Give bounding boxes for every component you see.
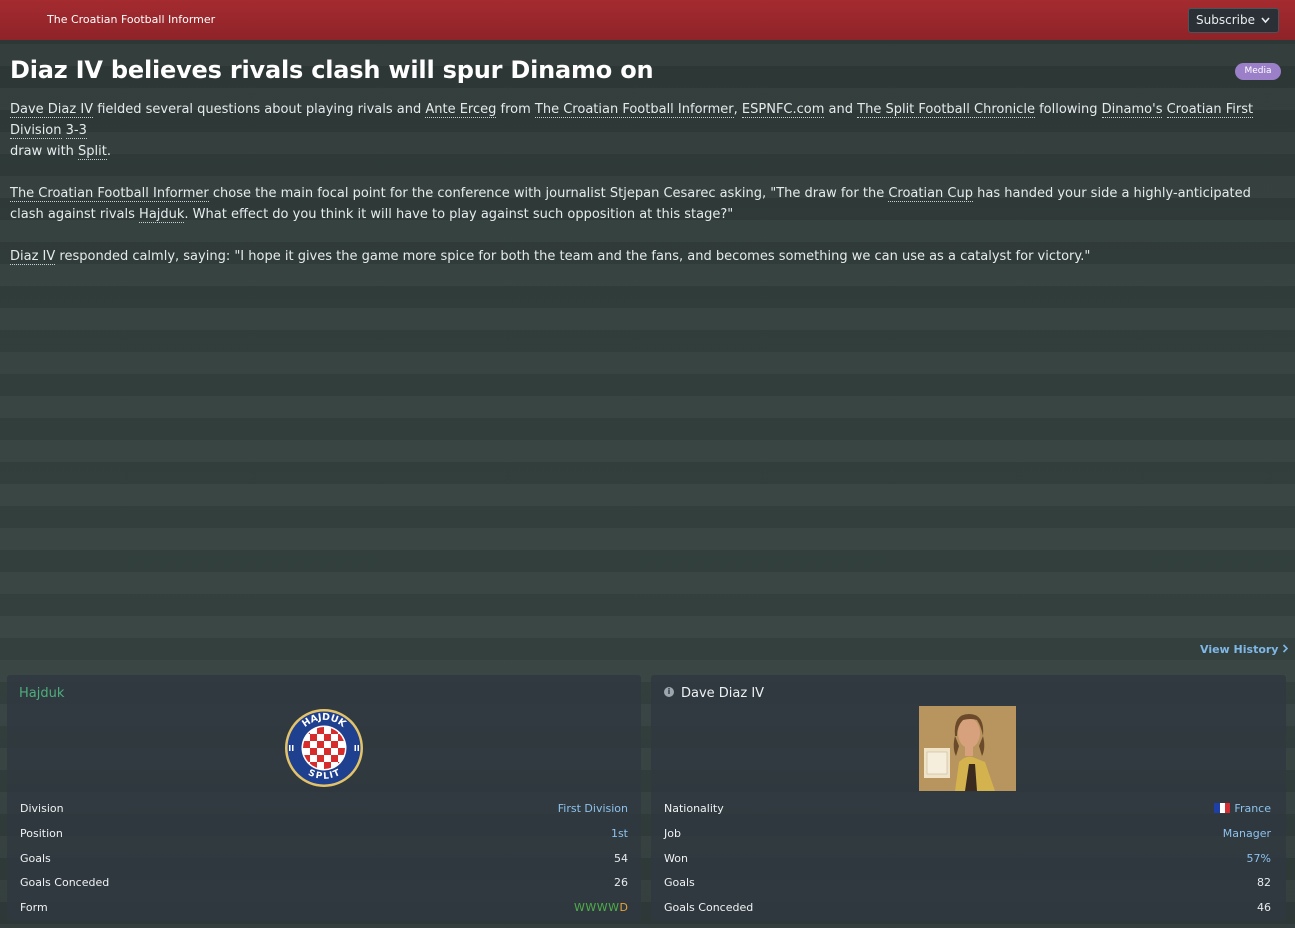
info-icon[interactable]: i (664, 687, 674, 697)
category-badge: Media (1235, 63, 1281, 80)
club-link[interactable]: Dinamo's (1101, 102, 1163, 118)
view-history-link[interactable]: View History (1200, 643, 1289, 656)
text: draw with (10, 144, 79, 159)
manager-link[interactable]: Diaz IV (10, 249, 56, 265)
publication-name: The Croatian Football Informer (47, 13, 216, 26)
goals-row: Goals 54 (20, 848, 628, 873)
publication-header-bar: The Croatian Football Informer Subscribe (0, 0, 1295, 40)
subscribe-label: Subscribe (1196, 13, 1255, 27)
goals-conceded-label: Goals Conceded (20, 876, 110, 890)
nationality-value[interactable]: France (1214, 802, 1271, 815)
form-value: WWWWD (574, 901, 628, 914)
position-value[interactable]: 1st (611, 827, 628, 840)
form-draw: D (619, 901, 628, 915)
france-flag-icon (1214, 803, 1231, 813)
text: following (1034, 102, 1102, 117)
division-value[interactable]: First Division (558, 802, 628, 815)
article-paragraph-2: The Croatian Football Informer chose the… (10, 183, 1280, 225)
job-value[interactable]: Manager (1223, 827, 1271, 840)
goals-label: Goals (20, 851, 51, 865)
manager-stats: Nationality France Job Manager Won 57% G… (664, 798, 1271, 922)
manager-link[interactable]: Dave Diaz IV (10, 102, 94, 118)
text: . What effect do you think it will have … (184, 207, 734, 222)
manager-panel: i Dave Diaz IV Nationality France Job Ma… (651, 675, 1286, 921)
manager-photo (919, 706, 1016, 791)
job-label: Job (664, 826, 681, 840)
won-label: Won (664, 851, 688, 865)
won-value: 57% (1246, 851, 1271, 865)
division-label: Division (20, 802, 64, 815)
club-link[interactable]: Split (78, 144, 107, 160)
nationality-row: Nationality France (664, 798, 1271, 823)
chevron-right-icon (1282, 643, 1289, 656)
position-label: Position (20, 826, 63, 840)
manager-goals-conceded-row: Goals Conceded 46 (664, 897, 1271, 922)
text: fielded several questions about playing … (93, 102, 426, 117)
manager-goals-label: Goals (664, 876, 695, 890)
manager-goals-conceded-label: Goals Conceded (664, 901, 754, 915)
manager-name-link[interactable]: Dave Diaz IV (681, 686, 764, 701)
form-wins: WWWW (574, 901, 620, 915)
club-crest-icon[interactable]: HAJDUK SPLIT (284, 708, 364, 788)
article-body: Dave Diaz IV fielded several questions a… (10, 99, 1280, 288)
competition-link[interactable]: Croatian Cup (888, 186, 973, 202)
match-link[interactable]: 3-3 (65, 123, 87, 139)
journalist-link[interactable]: Ante Erceg (425, 102, 497, 118)
publication-link[interactable]: The Split Football Chronicle (857, 102, 1035, 118)
publication-link[interactable]: The Croatian Football Informer (10, 186, 209, 202)
club-name-link[interactable]: Hajduk (19, 686, 64, 701)
subscribe-button[interactable]: Subscribe (1188, 8, 1279, 33)
text: from (496, 102, 535, 117)
job-row: Job Manager (664, 823, 1271, 848)
text (1162, 102, 1166, 117)
text: and (824, 102, 858, 117)
chevron-down-icon (1260, 9, 1271, 40)
manager-goals-value: 82 (1257, 876, 1271, 890)
club-panel: Hajduk HAJDUK SPLIT Division First Divis… (7, 675, 641, 921)
goals-conceded-row: Goals Conceded 26 (20, 872, 628, 897)
manager-goals-row: Goals 82 (664, 872, 1271, 897)
article-headline: Diaz IV believes rivals clash will spur … (10, 56, 654, 84)
club-stats: Division First Division Position 1st Goa… (20, 798, 628, 922)
position-row: Position 1st (20, 823, 628, 848)
nationality-label: Nationality (664, 802, 724, 815)
form-label: Form (20, 901, 48, 915)
text: chose the main focal point for the confe… (208, 186, 889, 201)
goals-conceded-value: 26 (614, 876, 628, 890)
publication-link[interactable]: ESPNFC.com (741, 102, 825, 118)
text: . (106, 144, 112, 159)
text: responded calmly, saying: "I hope it giv… (55, 249, 1091, 264)
division-row: Division First Division (20, 798, 628, 823)
article-paragraph-1: Dave Diaz IV fielded several questions a… (10, 99, 1280, 162)
form-row: Form WWWWD (20, 897, 628, 922)
text: , (733, 102, 742, 117)
manager-goals-conceded-value: 46 (1257, 901, 1271, 915)
won-row: Won 57% (664, 848, 1271, 873)
goals-value: 54 (614, 851, 628, 865)
view-history-label: View History (1200, 643, 1279, 656)
nationality-text: France (1234, 802, 1271, 815)
club-link[interactable]: Hajduk (139, 207, 185, 223)
article-paragraph-3: Diaz IV responded calmly, saying: "I hop… (10, 246, 1280, 267)
publication-link[interactable]: The Croatian Football Informer (534, 102, 734, 118)
